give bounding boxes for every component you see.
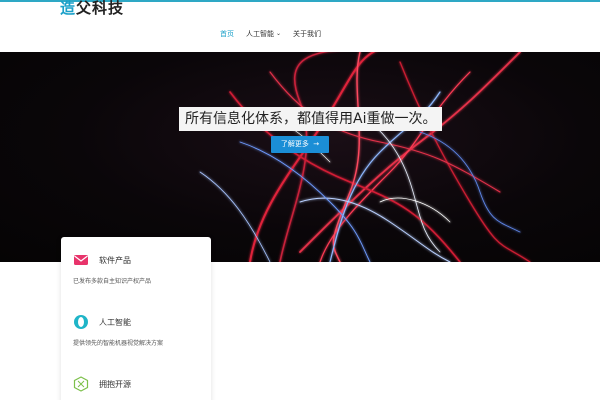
light-trails-background [199,52,531,262]
hero-headline: 所有信息化体系，都值得用Ai重做一次。 [179,107,443,131]
nav-item-home[interactable]: 首页 [219,2,235,54]
feature-desc: 提供领先的智能机器视觉解决方案 [73,340,164,347]
envelope-icon [73,252,89,268]
arrow-right-icon: → [313,140,320,148]
feature-title: 拥抱开源 [99,380,131,389]
hexagon-icon [73,376,89,392]
main-nav: 首页 人工智能 ⌄ 关于我们 [219,2,333,54]
hero-banner: 所有信息化体系，都值得用Ai重做一次。 了解更多 → [0,52,600,262]
site-logo[interactable]: 造父科技 [60,0,124,18]
features-panel: 软件产品 已发布多款自主知识产权产品 人工智能 提供领先的智能机器视觉解决方案 … [61,237,211,400]
feature-title: 人工智能 [99,318,131,327]
feature-title: 软件产品 [99,256,131,265]
top-bar: 造父科技 首页 人工智能 ⌄ 关于我们 [0,0,600,54]
ring-icon [73,314,89,330]
nav-item-about[interactable]: 关于我们 [293,2,321,54]
nav-item-ai[interactable]: 人工智能 ⌄ [246,2,281,54]
feature-desc: 已发布多款自主知识产权产品 [73,278,152,285]
learn-more-button[interactable]: 了解更多 → [271,136,329,153]
